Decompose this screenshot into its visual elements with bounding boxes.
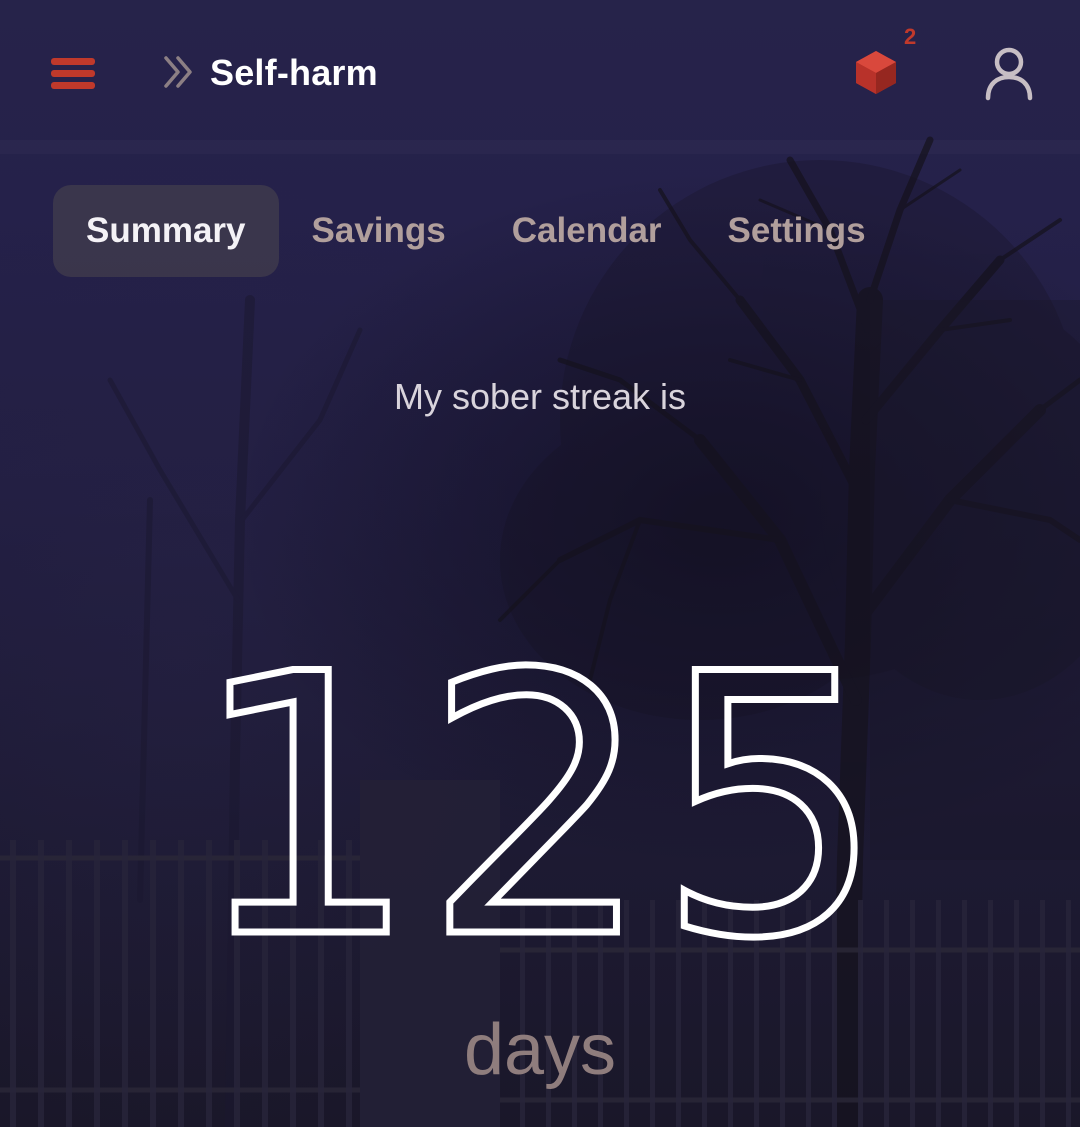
notification-count-badge: 2 bbox=[904, 24, 917, 49]
double-chevron-right-icon bbox=[164, 56, 192, 88]
streak-counter: 125 bbox=[187, 626, 889, 986]
hamburger-menu-icon-bar bbox=[51, 82, 95, 89]
tab-settings[interactable]: Settings bbox=[695, 185, 899, 277]
hamburger-menu-icon-bar bbox=[51, 70, 95, 77]
tab-summary[interactable]: Summary bbox=[53, 185, 279, 277]
red-cube-icon bbox=[856, 51, 896, 94]
streak-unit-label: days bbox=[463, 1010, 617, 1090]
streak-count-value: 125 bbox=[190, 626, 889, 986]
achievements-button[interactable]: 2 bbox=[846, 24, 936, 106]
tab-calendar[interactable]: Calendar bbox=[479, 185, 695, 277]
section-tabs: Summary Savings Calendar Settings bbox=[53, 185, 899, 277]
app-screen: Self-harm 2 Summary Savings Calendar Set… bbox=[0, 0, 1080, 1127]
streak-intro-text: My sober streak is bbox=[393, 376, 687, 417]
user-outline-icon[interactable] bbox=[980, 44, 1038, 102]
app-header: Self-harm 2 bbox=[0, 0, 1080, 150]
menu-button[interactable] bbox=[44, 50, 102, 98]
hamburger-menu-icon bbox=[51, 58, 95, 65]
tab-savings[interactable]: Savings bbox=[279, 185, 479, 277]
page-title: Self-harm bbox=[210, 52, 378, 93]
